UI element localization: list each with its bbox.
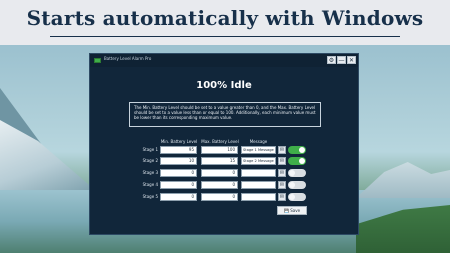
toggle-knob (299, 147, 305, 153)
stage-max-input[interactable]: 0 (201, 169, 238, 177)
stage-label: Stage 5 (142, 194, 158, 199)
stage-min-input[interactable]: 0 (160, 193, 197, 201)
message-button[interactable]: ✉ (278, 169, 286, 177)
toggle-knob (289, 182, 295, 188)
minimize-button[interactable]: — (337, 56, 346, 64)
message-button[interactable]: ✉ (278, 181, 286, 189)
close-button[interactable]: ✕ (347, 56, 356, 64)
message-icon: ✉ (279, 194, 285, 200)
stage-toggle[interactable] (288, 146, 306, 154)
stage-max-input[interactable]: 100 (201, 146, 238, 154)
message-button[interactable]: ✉ (278, 146, 286, 154)
toggle-knob (289, 194, 295, 200)
stage-max-input[interactable]: 0 (201, 181, 238, 189)
stage-toggle[interactable] (288, 193, 306, 201)
stage-toggle[interactable] (288, 157, 306, 165)
stage-label: Stage 4 (142, 182, 158, 187)
banner-title: Starts automatically with Windows (26, 6, 424, 30)
stage-message-input[interactable] (241, 181, 276, 189)
stage-message-input[interactable]: Stage 1 Message (241, 146, 276, 154)
info-text: The Min. Battery Level should be set to … (134, 105, 316, 121)
floppy-disk-icon: 💾 (283, 208, 289, 213)
message-button[interactable]: ✉ (278, 157, 286, 165)
title-bar[interactable]: Battery Level Alarm Pro ⚙ — ✕ (90, 54, 358, 67)
message-icon: ✉ (279, 147, 285, 153)
message-icon: ✉ (279, 170, 285, 176)
column-header-min: Min. Battery Level (160, 139, 198, 144)
stage-min-input[interactable]: 0 (160, 181, 197, 189)
app-window: Battery Level Alarm Pro ⚙ — ✕ 100% Idle … (89, 53, 359, 235)
stage-max-input[interactable]: 0 (201, 193, 238, 201)
gear-icon: ⚙ (328, 57, 335, 64)
stage-label: Stage 1 (142, 147, 158, 152)
stage-message-input[interactable]: Stage 2 Message (241, 157, 276, 165)
column-header-message: Message (249, 139, 268, 144)
background-hill (356, 162, 450, 198)
window-title: Battery Level Alarm Pro (104, 56, 152, 61)
banner-underline (50, 36, 400, 37)
stage-min-input[interactable]: 0 (160, 169, 197, 177)
stage-message-input[interactable] (241, 193, 276, 201)
banner: Starts automatically with Windows (0, 0, 450, 45)
stage-toggle[interactable] (288, 169, 306, 177)
toggle-knob (289, 170, 295, 176)
stage-min-input[interactable]: 10 (160, 157, 197, 165)
stage-toggle[interactable] (288, 181, 306, 189)
message-icon: ✉ (279, 158, 285, 164)
column-header-max: Max. Battery Level (201, 139, 239, 144)
stage-min-input[interactable]: 95 (160, 146, 197, 154)
battery-icon (94, 58, 101, 63)
stage-label: Stage 2 (142, 158, 158, 163)
info-box: The Min. Battery Level should be set to … (129, 102, 321, 127)
save-button[interactable]: 💾 Save (277, 206, 307, 215)
status-heading: 100% Idle (196, 80, 252, 91)
message-icon: ✉ (279, 182, 285, 188)
stage-message-input[interactable] (241, 169, 276, 177)
message-button[interactable]: ✉ (278, 193, 286, 201)
save-label: Save (290, 208, 301, 213)
stage-label: Stage 3 (142, 170, 158, 175)
settings-button[interactable]: ⚙ (327, 56, 336, 64)
stage-max-input[interactable]: 15 (201, 157, 238, 165)
toggle-knob (299, 158, 305, 164)
